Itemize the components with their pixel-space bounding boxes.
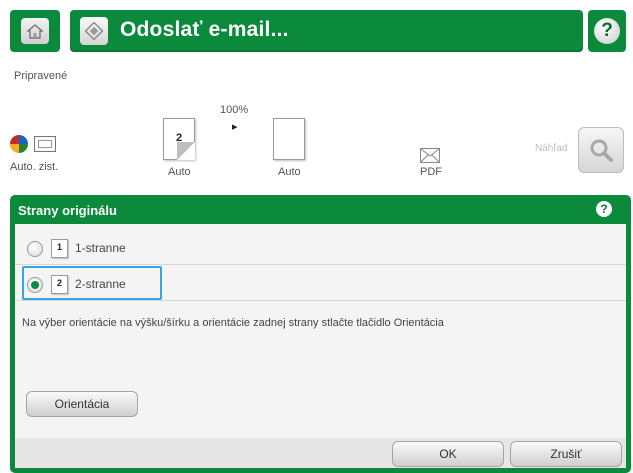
email-icon (80, 17, 108, 45)
sides-setting-thumbnail[interactable]: 2 (163, 118, 195, 160)
pdf-envelope-icon[interactable] (420, 148, 440, 163)
size-label: Auto (278, 166, 301, 178)
option-label: 1-stranne (75, 241, 126, 255)
scanner-icon[interactable] (34, 136, 56, 152)
cancel-button[interactable]: Zrušiť (510, 441, 622, 467)
dialog-title: Strany originálu (18, 203, 117, 218)
help-icon: ? (594, 18, 620, 44)
ok-button[interactable]: OK (392, 441, 504, 467)
orientation-button[interactable]: Orientácia (26, 391, 138, 417)
option-1-sided[interactable]: 1 1-stranne (15, 232, 626, 265)
page-title: Odoslať e-mail... (120, 18, 289, 41)
format-label: PDF (420, 166, 442, 178)
radio-icon[interactable] (27, 241, 43, 257)
dialog-help-icon[interactable]: ? (596, 201, 612, 217)
sides-label: Auto (168, 166, 191, 178)
status-text: Pripravené (14, 70, 68, 82)
zoom-arrow-icon[interactable]: ▸ (232, 120, 238, 133)
home-icon (21, 18, 49, 44)
color-sphere-icon[interactable] (10, 135, 28, 153)
magnifier-icon (590, 139, 613, 162)
auto-store-label: Auto. zist. (10, 161, 59, 173)
page-icon: 1 (51, 239, 68, 258)
size-setting-thumbnail[interactable] (273, 118, 305, 160)
home-button[interactable] (10, 10, 60, 52)
zoom-value: 100% (220, 104, 249, 116)
preview-button[interactable] (578, 127, 624, 173)
help-button[interactable]: ? (588, 10, 626, 52)
preview-label: Náhľad (535, 143, 568, 154)
header-bar: Odoslať e-mail... ? (0, 0, 633, 62)
selection-highlight (22, 266, 162, 300)
hint-text: Na výber orientácie na výšku/šírku a ori… (22, 317, 444, 329)
sides-page-number: 2 (175, 132, 183, 144)
